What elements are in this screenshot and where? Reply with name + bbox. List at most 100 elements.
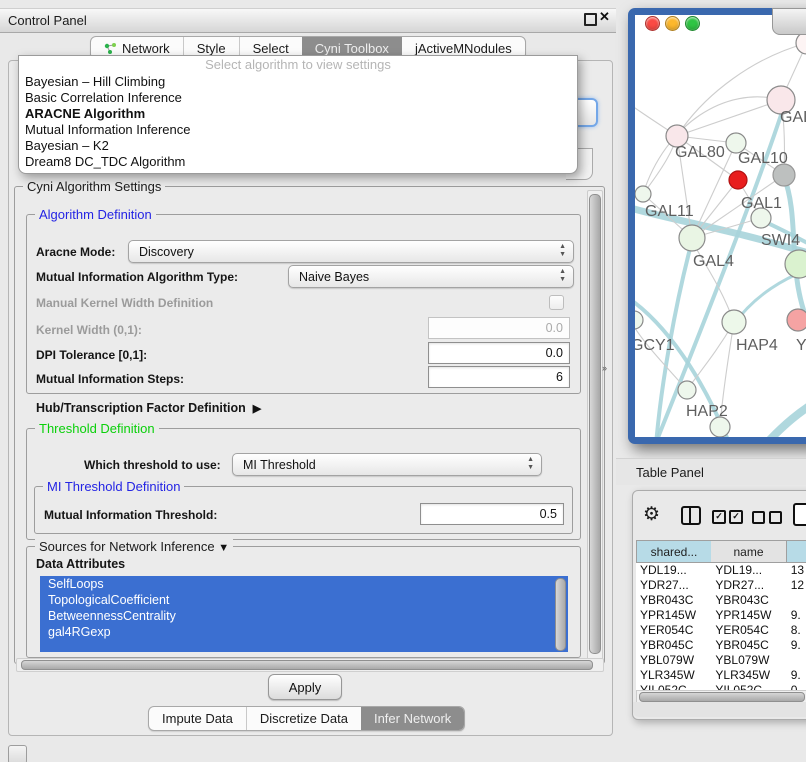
network-node-gal11[interactable] xyxy=(635,186,651,202)
svg-text:GAL11: GAL11 xyxy=(645,203,694,220)
list-item[interactable]: gal4RGexp xyxy=(40,624,568,640)
dropdown-item[interactable]: Bayesian – Hill Climbing xyxy=(19,74,577,90)
network-node[interactable] xyxy=(787,309,806,331)
network-node[interactable] xyxy=(710,417,730,437)
network-node-red[interactable] xyxy=(729,171,747,189)
dpi-tolerance-field[interactable]: 0.0 xyxy=(428,342,570,364)
column-selector-icon[interactable] xyxy=(681,506,701,525)
group-title: MI Threshold Definition xyxy=(43,479,184,494)
which-threshold-combo[interactable]: MI Threshold ▲▼ xyxy=(232,453,542,476)
mi-threshold-field[interactable]: 0.5 xyxy=(420,503,564,525)
column-header-name[interactable]: name xyxy=(711,540,787,563)
svg-text:HAP2: HAP2 xyxy=(686,403,728,420)
network-node-hap4[interactable] xyxy=(722,310,746,334)
data-attributes-label: Data Attributes xyxy=(36,557,125,571)
dropdown-item[interactable]: Dream8 DC_TDC Algorithm xyxy=(19,154,577,170)
tab-infer-network[interactable]: Infer Network xyxy=(361,707,464,730)
aracne-mode-combo[interactable]: Discovery ▲▼ xyxy=(128,240,574,263)
settings-horizontal-scrollbar[interactable] xyxy=(16,658,604,672)
toolbar-corner-fragment xyxy=(772,8,806,35)
dropdown-item[interactable]: Bayesian – K2 xyxy=(19,138,577,154)
apply-button[interactable]: Apply xyxy=(268,674,342,700)
table-panel-titlebar: Table Panel xyxy=(616,458,806,485)
list-item[interactable]: SelfLoops xyxy=(40,576,568,592)
aracne-mode-label: Aracne Mode: xyxy=(36,245,115,259)
dropdown-prompt: Select algorithm to view settings xyxy=(19,56,577,74)
scrollbar-thumb[interactable] xyxy=(639,692,805,702)
table-row[interactable]: YPR145WYPR145W9. xyxy=(636,608,806,623)
dropdown-item-selected[interactable]: ARACNE Algorithm xyxy=(19,106,577,122)
collapse-down-icon: ▼ xyxy=(218,542,229,554)
float-window-icon[interactable] xyxy=(584,13,597,26)
dropdown-item[interactable]: Basic Correlation Inference xyxy=(19,90,577,106)
table-row[interactable]: YER054CYER054C8. xyxy=(636,623,806,638)
column-header-clipped[interactable] xyxy=(787,540,806,563)
svg-text:HAP4: HAP4 xyxy=(736,337,778,354)
group-title: Cyni Algorithm Settings xyxy=(23,179,165,194)
tab-impute-data[interactable]: Impute Data xyxy=(149,707,246,730)
column-header-shared[interactable]: shared... xyxy=(636,540,712,563)
mi-steps-field[interactable]: 6 xyxy=(428,366,570,388)
table-row-clipped[interactable]: YIL052CYIL052C0. xyxy=(636,683,806,690)
svg-text:GAL4: GAL4 xyxy=(693,253,734,270)
which-threshold-label: Which threshold to use: xyxy=(84,458,221,472)
scrollbar-thumb[interactable] xyxy=(21,660,593,670)
data-attributes-list[interactable]: SelfLoops TopologicalCoefficient Between… xyxy=(40,576,568,652)
combo-arrows-icon: ▲▼ xyxy=(527,456,534,472)
select-all-icon[interactable]: ✓✓ xyxy=(712,510,743,524)
table-panel-title: Table Panel xyxy=(636,465,704,480)
tab-label: Network xyxy=(122,41,170,56)
network-node-gray[interactable] xyxy=(773,164,795,186)
table-row[interactable]: YDL19...YDL19...13 xyxy=(636,563,806,578)
close-icon[interactable]: ✕ xyxy=(599,9,610,25)
collapsed-panel-button[interactable] xyxy=(8,745,27,762)
combo-arrows-icon: ▲▼ xyxy=(559,268,566,284)
table-row[interactable]: YBR043CYBR043C xyxy=(636,593,806,608)
network-node-gcy1[interactable] xyxy=(635,311,643,329)
network-node-hap2[interactable] xyxy=(678,381,696,399)
kernel-width-field: 0.0 xyxy=(428,317,570,339)
screen: Control Panel ✕ Network Style Select Cyn… xyxy=(0,0,806,762)
group-title: Threshold Definition xyxy=(35,421,159,436)
network-canvas[interactable]: GAL GAL80 GAL10 GAL1 GAL11 SWI4 GAL4 GCY… xyxy=(635,15,806,437)
panel-splitter-grip[interactable]: » xyxy=(602,363,607,373)
mi-type-label: Mutual Information Algorithm Type: xyxy=(36,270,238,284)
table-row[interactable]: YBR045CYBR045C9. xyxy=(636,638,806,653)
mi-type-combo[interactable]: Naive Bayes ▲▼ xyxy=(288,265,574,288)
settings-vertical-scrollbar[interactable] xyxy=(587,190,603,661)
svg-text:Y: Y xyxy=(796,337,806,354)
hub-definition-toggle[interactable]: Hub/Transcription Factor Definition ▶ xyxy=(36,401,261,415)
svg-text:SWI4: SWI4 xyxy=(761,232,800,249)
table-row[interactable]: YBL079WYBL079W xyxy=(636,653,806,668)
control-panel-titlebar: Control Panel xyxy=(0,8,616,33)
deselect-all-icon[interactable] xyxy=(752,511,782,524)
sources-toggle[interactable]: Sources for Network Inference ▼ xyxy=(35,539,233,554)
svg-text:GAL10: GAL10 xyxy=(738,150,788,167)
combo-arrows-icon: ▲▼ xyxy=(559,243,566,259)
svg-text:GAL80: GAL80 xyxy=(675,144,725,161)
cyni-bottom-tabbar: Impute Data Discretize Data Infer Networ… xyxy=(148,706,465,731)
network-node[interactable] xyxy=(796,32,806,54)
scrollbar-thumb[interactable] xyxy=(589,194,601,654)
svg-text:GAL: GAL xyxy=(780,109,806,126)
table-row[interactable]: YDR27...YDR27...12 xyxy=(636,578,806,593)
dpi-tolerance-label: DPI Tolerance [0,1]: xyxy=(36,348,147,362)
table-row[interactable]: YLR345WYLR345W9. xyxy=(636,668,806,683)
manual-kernel-label: Manual Kernel Width Definition xyxy=(36,296,213,310)
tab-discretize-data[interactable]: Discretize Data xyxy=(246,707,361,730)
list-scrollbar-thumb[interactable] xyxy=(555,578,566,651)
gear-icon[interactable]: ⚙ xyxy=(643,503,660,526)
network-node[interactable] xyxy=(785,250,806,278)
dropdown-item[interactable]: Mutual Information Inference xyxy=(19,122,577,138)
mi-steps-label: Mutual Information Steps: xyxy=(36,372,184,386)
panel-icon[interactable] xyxy=(793,503,806,526)
table-window-footer xyxy=(633,702,806,717)
svg-text:GAL1: GAL1 xyxy=(741,195,782,212)
group-title: Algorithm Definition xyxy=(35,207,156,222)
mi-threshold-label: Mutual Information Threshold: xyxy=(44,508,217,522)
list-item[interactable]: TopologicalCoefficient xyxy=(40,592,568,608)
algorithm-dropdown: Select algorithm to view settings Bayesi… xyxy=(18,55,578,174)
network-node-gal4[interactable] xyxy=(679,225,705,251)
list-item[interactable]: BetweennessCentrality xyxy=(40,608,568,624)
expand-right-icon: ▶ xyxy=(253,403,261,415)
